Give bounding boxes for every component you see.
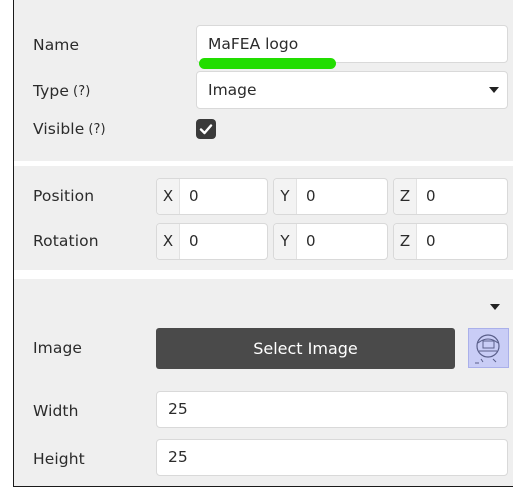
chevron-down-icon[interactable] xyxy=(490,304,500,310)
position-z-field[interactable]: Z 0 xyxy=(393,178,508,215)
axis-x-label: X xyxy=(157,224,180,259)
visible-label: Visible (?) xyxy=(33,120,106,138)
name-highlight-mark xyxy=(199,58,336,69)
image-label: Image xyxy=(33,339,83,357)
height-label: Height xyxy=(33,450,85,468)
position-z-value: 0 xyxy=(426,187,436,205)
axis-y-label: Y xyxy=(274,179,297,214)
checkmark-icon xyxy=(199,124,213,135)
general-section: Name MaFEA logo Type (?) Image Visible (?) xyxy=(14,0,513,161)
name-label: Name xyxy=(33,36,80,54)
axis-z-label: Z xyxy=(394,179,417,214)
type-select[interactable]: Image xyxy=(196,71,508,109)
type-label: Type (?) xyxy=(33,82,91,100)
rotation-y-value: 0 xyxy=(306,232,316,250)
width-input[interactable]: 25 xyxy=(156,391,508,428)
axis-x-label: X xyxy=(157,179,180,214)
position-x-field[interactable]: X 0 xyxy=(156,178,268,215)
image-thumbnail-icon[interactable] xyxy=(468,328,509,368)
select-image-button[interactable]: Select Image xyxy=(156,328,455,369)
position-x-value: 0 xyxy=(189,187,199,205)
help-icon[interactable]: (?) xyxy=(73,84,90,99)
position-y-value: 0 xyxy=(306,187,316,205)
chevron-down-icon xyxy=(489,87,499,93)
axis-z-label: Z xyxy=(394,224,417,259)
help-icon[interactable]: (?) xyxy=(88,122,105,137)
position-label: Position xyxy=(33,187,95,205)
height-value: 25 xyxy=(168,448,188,466)
rotation-y-field[interactable]: Y 0 xyxy=(273,223,388,260)
height-input[interactable]: 25 xyxy=(156,439,508,476)
properties-panel: Name MaFEA logo Type (?) Image Visible (?)… xyxy=(13,0,513,487)
rotation-label: Rotation xyxy=(33,232,99,250)
axis-y-label: Y xyxy=(274,224,297,259)
type-select-value: Image xyxy=(208,81,257,99)
rotation-x-field[interactable]: X 0 xyxy=(156,223,268,260)
rotation-z-value: 0 xyxy=(426,232,436,250)
position-y-field[interactable]: Y 0 xyxy=(273,178,388,215)
name-input-value: MaFEA logo xyxy=(208,35,299,53)
width-value: 25 xyxy=(168,400,188,418)
visible-checkbox[interactable] xyxy=(196,119,216,139)
transform-section: Position X 0 Y 0 Z 0 Rotation X 0 Y 0 Z … xyxy=(14,166,513,270)
rotation-z-field[interactable]: Z 0 xyxy=(393,223,508,260)
width-label: Width xyxy=(33,402,79,420)
rotation-x-value: 0 xyxy=(189,232,199,250)
